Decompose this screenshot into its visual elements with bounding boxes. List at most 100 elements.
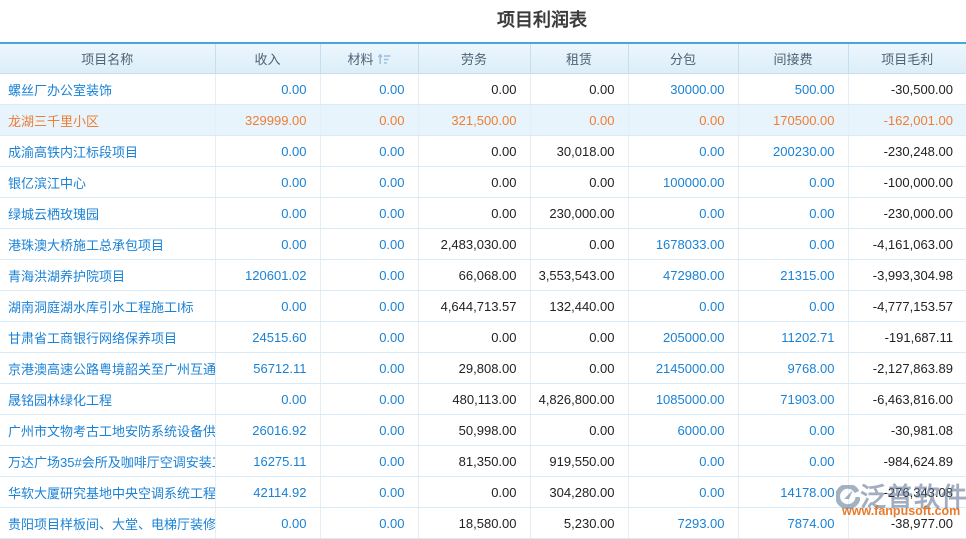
- project-name-link[interactable]: 甘肃省工商银行网络保养项目: [0, 322, 215, 353]
- project-name-link[interactable]: 华软大厦研究基地中央空调系统工程: [0, 477, 215, 508]
- indirect-value-cell: 71903.00: [738, 384, 848, 415]
- table-row[interactable]: 螺丝厂办公室装饰0.000.000.000.0030000.00500.00-3…: [0, 74, 966, 105]
- table-row[interactable]: 银亿滨江中心0.000.000.000.00100000.000.00-100,…: [0, 167, 966, 198]
- project-name-link[interactable]: 龙湖三千里小区: [0, 105, 215, 136]
- column-header-label: 间接费: [773, 52, 812, 67]
- labor-value-cell: 480,113.00: [418, 384, 530, 415]
- column-header-material[interactable]: 材料: [320, 43, 418, 74]
- project-name-link[interactable]: 湖南洞庭湖水库引水工程施工I标: [0, 291, 215, 322]
- project-name-link[interactable]: 京港澳高速公路粤境韶关至广州互通: [0, 353, 215, 384]
- profit-value-cell: -30,981.08: [848, 415, 966, 446]
- project-profit-report-page: 项目利润表 项目名称 收入 材料 劳务 租赁 分包 间接费 项目毛利 螺丝厂办公室装饰 0.00…: [0, 0, 966, 539]
- column-header-label: 分包: [670, 52, 696, 67]
- indirect-value-cell: 11202.71: [738, 322, 848, 353]
- project-name-link[interactable]: 绿城云栖玫瑰园: [0, 198, 215, 229]
- indirect-value-cell: 7874.00: [738, 508, 848, 539]
- subcontract-value-cell: 7293.00: [628, 508, 738, 539]
- material-value-cell: 0.00: [320, 74, 418, 105]
- labor-value-cell: 81,350.00: [418, 446, 530, 477]
- column-header-profit[interactable]: 项目毛利: [848, 43, 966, 74]
- income-value-cell: 0.00: [215, 198, 320, 229]
- labor-value-cell: 0.00: [418, 322, 530, 353]
- material-value-cell: 0.00: [320, 446, 418, 477]
- income-value-cell: 0.00: [215, 384, 320, 415]
- column-header-label: 项目名称: [81, 52, 133, 67]
- rental-value-cell: 0.00: [530, 105, 628, 136]
- income-value-cell: 120601.02: [215, 260, 320, 291]
- table-row[interactable]: 龙湖三千里小区329999.000.00321,500.000.000.0017…: [0, 105, 966, 136]
- labor-value-cell: 18,580.00: [418, 508, 530, 539]
- income-value-cell: 16275.11: [215, 446, 320, 477]
- subcontract-value-cell: 30000.00: [628, 74, 738, 105]
- labor-value-cell: 4,644,713.57: [418, 291, 530, 322]
- column-header-name[interactable]: 项目名称: [0, 43, 215, 74]
- labor-value-cell: 0.00: [418, 167, 530, 198]
- profit-value-cell: -276,343.08: [848, 477, 966, 508]
- material-value-cell: 0.00: [320, 136, 418, 167]
- title-bar: 项目利润表: [0, 0, 966, 42]
- sort-icon[interactable]: [378, 54, 391, 65]
- project-name-link[interactable]: 万达广场35#会所及咖啡厅空调安装工程: [0, 446, 215, 477]
- material-value-cell: 0.00: [320, 291, 418, 322]
- material-value-cell: 0.00: [320, 415, 418, 446]
- column-header-income[interactable]: 收入: [215, 43, 320, 74]
- indirect-value-cell: 0.00: [738, 198, 848, 229]
- material-value-cell: 0.00: [320, 477, 418, 508]
- table-row[interactable]: 京港澳高速公路粤境韶关至广州互通56712.110.0029,808.000.0…: [0, 353, 966, 384]
- profit-value-cell: -100,000.00: [848, 167, 966, 198]
- table-row[interactable]: 成渝高铁内江标段项目0.000.000.0030,018.000.0020023…: [0, 136, 966, 167]
- rental-value-cell: 304,280.00: [530, 477, 628, 508]
- table-row[interactable]: 华软大厦研究基地中央空调系统工程42114.920.000.00304,280.…: [0, 477, 966, 508]
- rental-value-cell: 0.00: [530, 353, 628, 384]
- table-row[interactable]: 港珠澳大桥施工总承包项目0.000.002,483,030.000.001678…: [0, 229, 966, 260]
- profit-value-cell: -984,624.89: [848, 446, 966, 477]
- indirect-value-cell: 0.00: [738, 291, 848, 322]
- table-row[interactable]: 湖南洞庭湖水库引水工程施工I标0.000.004,644,713.57132,4…: [0, 291, 966, 322]
- table-row[interactable]: 甘肃省工商银行网络保养项目24515.600.000.000.00205000.…: [0, 322, 966, 353]
- table-row[interactable]: 广州市文物考古工地安防系统设备供货26016.920.0050,998.000.…: [0, 415, 966, 446]
- project-name-link[interactable]: 青海洪湖养护院项目: [0, 260, 215, 291]
- column-header-labor[interactable]: 劳务: [418, 43, 530, 74]
- rental-value-cell: 230,000.00: [530, 198, 628, 229]
- subcontract-value-cell: 0.00: [628, 446, 738, 477]
- column-header-subcontract[interactable]: 分包: [628, 43, 738, 74]
- subcontract-value-cell: 0.00: [628, 105, 738, 136]
- table-row[interactable]: 万达广场35#会所及咖啡厅空调安装工程16275.110.0081,350.00…: [0, 446, 966, 477]
- rental-value-cell: 0.00: [530, 322, 628, 353]
- labor-value-cell: 29,808.00: [418, 353, 530, 384]
- table-row[interactable]: 青海洪湖养护院项目120601.020.0066,068.003,553,543…: [0, 260, 966, 291]
- project-name-link[interactable]: 广州市文物考古工地安防系统设备供货: [0, 415, 215, 446]
- project-name-link[interactable]: 港珠澳大桥施工总承包项目: [0, 229, 215, 260]
- income-value-cell: 0.00: [215, 291, 320, 322]
- rental-value-cell: 132,440.00: [530, 291, 628, 322]
- rental-value-cell: 4,826,800.00: [530, 384, 628, 415]
- project-name-link[interactable]: 成渝高铁内江标段项目: [0, 136, 215, 167]
- labor-value-cell: 2,483,030.00: [418, 229, 530, 260]
- income-value-cell: 0.00: [215, 508, 320, 539]
- income-value-cell: 42114.92: [215, 477, 320, 508]
- labor-value-cell: 50,998.00: [418, 415, 530, 446]
- profit-value-cell: -6,463,816.00: [848, 384, 966, 415]
- table-row[interactable]: 绿城云栖玫瑰园0.000.000.00230,000.000.000.00-23…: [0, 198, 966, 229]
- table-row[interactable]: 贵阳项目样板间、大堂、电梯厅装修0.000.0018,580.005,230.0…: [0, 508, 966, 539]
- subcontract-value-cell: 2145000.00: [628, 353, 738, 384]
- rental-value-cell: 0.00: [530, 74, 628, 105]
- project-name-link[interactable]: 银亿滨江中心: [0, 167, 215, 198]
- project-name-link[interactable]: 晟铭园林绿化工程: [0, 384, 215, 415]
- rental-value-cell: 5,230.00: [530, 508, 628, 539]
- indirect-value-cell: 0.00: [738, 167, 848, 198]
- indirect-value-cell: 21315.00: [738, 260, 848, 291]
- project-name-link[interactable]: 螺丝厂办公室装饰: [0, 74, 215, 105]
- column-header-indirect[interactable]: 间接费: [738, 43, 848, 74]
- income-value-cell: 329999.00: [215, 105, 320, 136]
- income-value-cell: 0.00: [215, 136, 320, 167]
- column-header-rental[interactable]: 租赁: [530, 43, 628, 74]
- column-header-label: 租赁: [566, 52, 592, 67]
- material-value-cell: 0.00: [320, 322, 418, 353]
- material-value-cell: 0.00: [320, 229, 418, 260]
- project-name-link[interactable]: 贵阳项目样板间、大堂、电梯厅装修: [0, 508, 215, 539]
- table-row[interactable]: 晟铭园林绿化工程0.000.00480,113.004,826,800.0010…: [0, 384, 966, 415]
- column-header-label: 材料: [347, 52, 373, 67]
- income-value-cell: 24515.60: [215, 322, 320, 353]
- profit-value-cell: -30,500.00: [848, 74, 966, 105]
